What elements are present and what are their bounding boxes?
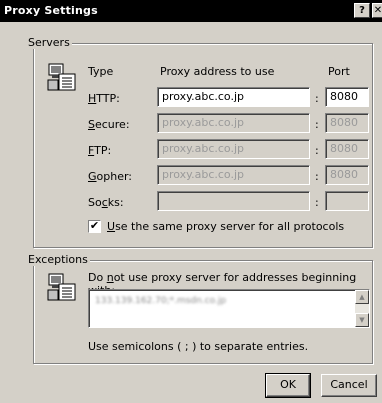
http-port-input[interactable]: 8080 — [325, 87, 369, 107]
window-title: Proxy Settings — [4, 4, 98, 17]
network-computer-icon — [47, 272, 79, 304]
gopher-label: Gopher: — [88, 170, 133, 183]
scrollbar-track[interactable] — [355, 304, 369, 313]
exceptions-legend: Exceptions — [26, 253, 90, 266]
http-colon: : — [315, 92, 319, 105]
secure-colon: : — [315, 118, 319, 131]
servers-legend: Servers — [26, 36, 72, 49]
gopher-colon: : — [315, 170, 319, 183]
same-proxy-checkbox[interactable]: ✔ — [88, 220, 101, 233]
same-proxy-label[interactable]: Use the same proxy server for all protoc… — [107, 220, 344, 233]
exceptions-textarea[interactable]: 133.139.162.70;*.msdn.co.jp ▲ ▼ — [88, 289, 370, 328]
secure-port-input[interactable]: 8080 — [325, 113, 369, 133]
exceptions-value: 133.139.162.70;*.msdn.co.jp — [95, 296, 227, 306]
exceptions-hint: Use semicolons ( ; ) to separate entries… — [88, 340, 309, 353]
socks-label: Socks: — [88, 196, 124, 209]
ftp-colon: : — [315, 144, 319, 157]
gopher-port-input[interactable]: 8080 — [325, 165, 369, 185]
address-column-header: Proxy address to use — [160, 65, 275, 78]
network-computer-icon — [47, 62, 79, 94]
cancel-button[interactable]: Cancel — [321, 374, 377, 397]
type-column-header: Type — [88, 65, 114, 78]
scroll-down-arrow-icon[interactable]: ▼ — [355, 313, 369, 327]
ftp-address-input[interactable]: proxy.abc.co.jp — [157, 139, 310, 159]
ok-button[interactable]: OK — [265, 373, 311, 398]
close-button[interactable]: ✕ — [372, 3, 382, 18]
ftp-label: FTP: — [88, 144, 112, 157]
socks-address-input[interactable] — [157, 191, 310, 211]
port-column-header: Port — [328, 65, 350, 78]
help-button[interactable]: ? — [354, 3, 370, 18]
http-address-input[interactable]: proxy.abc.co.jp — [157, 87, 310, 107]
title-bar[interactable]: Proxy Settings ? ✕ — [0, 0, 382, 22]
secure-address-input[interactable]: proxy.abc.co.jp — [157, 113, 310, 133]
socks-colon: : — [315, 196, 319, 209]
socks-port-input[interactable] — [325, 191, 369, 211]
gopher-address-input[interactable]: proxy.abc.co.jp — [157, 165, 310, 185]
secure-label: Secure: — [88, 118, 130, 131]
http-label: HTTP: — [88, 92, 120, 105]
proxy-settings-dialog: Proxy Settings ? ✕ Servers Type Proxy ad… — [0, 0, 382, 403]
ftp-port-input[interactable]: 8080 — [325, 139, 369, 159]
scroll-up-arrow-icon[interactable]: ▲ — [355, 290, 369, 304]
